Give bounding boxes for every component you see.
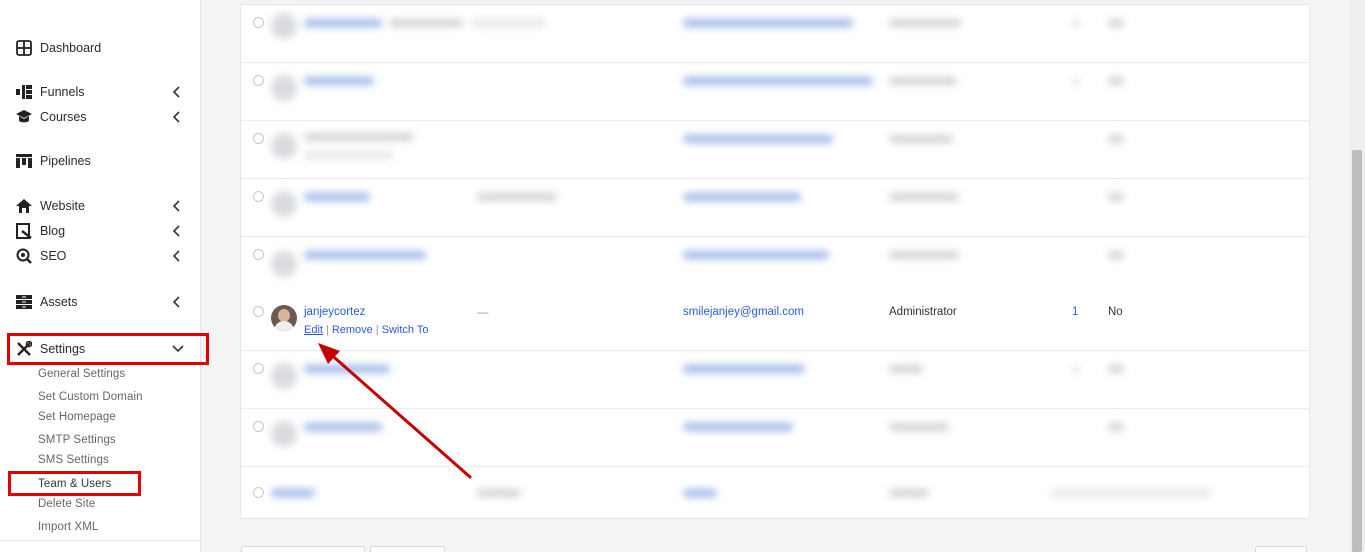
submenu-smtp-settings[interactable]: SMTP Settings bbox=[38, 434, 116, 446]
user-name-cell: — bbox=[477, 307, 489, 319]
sidebar-item-seo[interactable]: SEO bbox=[0, 244, 201, 268]
sidebar-item-dashboard[interactable]: Dashboard bbox=[0, 36, 201, 60]
table-row bbox=[241, 5, 1309, 63]
annotation-arrow bbox=[318, 343, 472, 479]
home-icon bbox=[16, 199, 32, 213]
chevron-left-icon bbox=[172, 86, 180, 98]
blog-icon bbox=[16, 223, 32, 239]
chevron-left-icon bbox=[172, 200, 180, 212]
table-row bbox=[241, 179, 1309, 237]
sidebar-item-label: Funnels bbox=[40, 85, 85, 99]
sidebar-item-label: Courses bbox=[40, 110, 87, 124]
submenu-delete-site[interactable]: Delete Site bbox=[38, 498, 95, 510]
sidebar-item-label: Blog bbox=[40, 224, 66, 238]
sidebar-item-pipelines[interactable]: Pipelines bbox=[0, 149, 201, 173]
blurred-row-content bbox=[241, 63, 1309, 121]
chevron-left-icon bbox=[172, 250, 180, 262]
row-select-radio[interactable] bbox=[253, 306, 264, 317]
sidebar: Dashboard Funnels Courses Pipelines Webs… bbox=[0, 0, 209, 552]
two-factor-cell: No bbox=[1108, 306, 1123, 318]
blurred-row-content bbox=[241, 121, 1309, 179]
dashboard-icon bbox=[16, 40, 32, 56]
sidebar-item-blog[interactable]: Blog bbox=[0, 219, 201, 243]
team-users-highlight-box bbox=[8, 471, 141, 496]
seo-icon bbox=[16, 248, 32, 264]
sidebar-item-label: SEO bbox=[40, 249, 67, 263]
table-row bbox=[241, 237, 1309, 295]
role-cell: Administrator bbox=[889, 306, 957, 318]
bulk-action-select[interactable] bbox=[241, 546, 365, 552]
submenu-set-custom-domain[interactable]: Set Custom Domain bbox=[38, 391, 143, 403]
posts-count-link[interactable]: 1 bbox=[1072, 306, 1078, 318]
apply-button[interactable] bbox=[370, 546, 445, 552]
sidebar-divider bbox=[0, 540, 201, 541]
sidebar-item-website[interactable]: Website bbox=[0, 194, 201, 218]
submenu-set-homepage[interactable]: Set Homepage bbox=[38, 411, 116, 423]
email-link[interactable]: smilejanjey@gmail.com bbox=[683, 306, 804, 318]
sidebar-item-label: Dashboard bbox=[40, 41, 102, 55]
submenu-import-xml[interactable]: Import XML bbox=[38, 521, 98, 533]
sidebar-item-label: Assets bbox=[40, 295, 78, 309]
sidebar-item-label: Pipelines bbox=[40, 154, 91, 168]
sidebar-item-funnels[interactable]: Funnels bbox=[0, 80, 201, 104]
table-row bbox=[241, 121, 1309, 179]
sidebar-item-courses[interactable]: Courses bbox=[0, 105, 201, 129]
sidebar-item-assets[interactable]: Assets bbox=[0, 290, 201, 314]
assets-icon bbox=[16, 295, 32, 309]
table-row bbox=[241, 63, 1309, 121]
chevron-left-icon bbox=[172, 296, 180, 308]
avatar bbox=[271, 305, 297, 331]
pipelines-icon bbox=[16, 154, 32, 168]
blurred-row-content bbox=[241, 237, 1309, 295]
pagination-control[interactable] bbox=[1255, 546, 1307, 552]
settings-highlight-box bbox=[7, 333, 209, 365]
sidebar-item-label: Website bbox=[40, 199, 85, 213]
submenu-general-settings[interactable]: General Settings bbox=[38, 368, 125, 380]
chevron-left-icon bbox=[172, 225, 180, 237]
scrollbar-thumb[interactable] bbox=[1352, 150, 1362, 552]
funnels-icon bbox=[16, 85, 32, 99]
blurred-row-content bbox=[241, 179, 1309, 237]
chevron-left-icon bbox=[172, 111, 180, 123]
username-link[interactable]: janjeycortez bbox=[304, 306, 365, 318]
blurred-row-content bbox=[241, 5, 1309, 63]
submenu-sms-settings[interactable]: SMS Settings bbox=[38, 454, 109, 466]
courses-icon bbox=[16, 110, 32, 123]
